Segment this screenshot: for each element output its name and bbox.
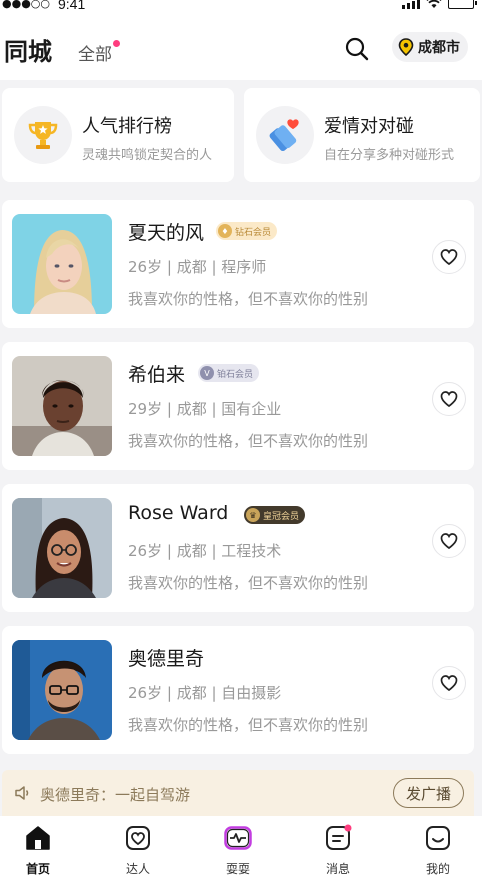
post-broadcast-button[interactable]: 发广播: [392, 778, 464, 808]
avatar[interactable]: [12, 498, 112, 598]
user-name: 奥德里奇: [128, 648, 205, 670]
heart-icon: [440, 391, 458, 407]
avatar[interactable]: [12, 356, 112, 456]
user-job: 工程技术: [221, 542, 282, 560]
user-age: 26岁: [128, 684, 163, 702]
user-card[interactable]: 夏天的风 ♦ 钻石会员 26岁 | 成都 | 程序师 我喜欢你的性格，但不喜欢你…: [2, 200, 474, 328]
feature-desc: 自在分享多种对碰形式: [324, 148, 455, 163]
user-job: 国有企业: [221, 400, 282, 418]
broadcast-bar[interactable]: 奥德里奇：一起自驾游 发广播: [2, 770, 474, 816]
like-button[interactable]: [432, 666, 466, 700]
user-bio: 我喜欢你的性格，但不喜欢你的性别: [128, 716, 369, 734]
tab-label: 达人: [125, 862, 150, 876]
tab-play[interactable]: 耍耍: [208, 824, 268, 876]
user-name: 夏天的风: [128, 222, 205, 244]
user-meta: 26岁 | 成都 | 程序师: [128, 258, 267, 276]
avatar[interactable]: [12, 640, 112, 740]
notification-dot: [113, 40, 120, 47]
user-city: 成都: [176, 400, 207, 418]
user-job: 程序师: [221, 258, 267, 276]
feature-title: 爱情对对碰: [324, 116, 414, 137]
feature-card-love-match[interactable]: 爱情对对碰 自在分享多种对碰形式: [244, 88, 480, 182]
filter-dropdown[interactable]: 全部: [78, 40, 120, 65]
like-button[interactable]: [432, 240, 466, 274]
user-meta: 26岁 | 成都 | 自由摄影: [128, 684, 282, 702]
user-bio: 我喜欢你的性格，但不喜欢你的性别: [128, 432, 369, 450]
avatar[interactable]: [12, 214, 112, 314]
feature-card-ranking[interactable]: 人气排行榜 灵魂共鸣锁定契合的人: [2, 88, 234, 182]
heart-icon: [440, 675, 458, 691]
membership-badge: V 铂石会员: [198, 364, 260, 382]
badge-label: 钻石会员: [235, 227, 272, 238]
header: 同城 全部 成都市: [0, 16, 482, 80]
membership-badge: ♦ 钻石会员: [216, 222, 278, 240]
tab-label: 我的: [425, 862, 450, 876]
user-name: Rose Ward: [128, 502, 229, 524]
location-pin-icon: [398, 38, 414, 56]
broadcast-text: 奥德里奇：一起自驾游: [40, 786, 191, 804]
home-icon: [26, 826, 50, 850]
heart-icon: [440, 533, 458, 549]
user-card[interactable]: 希伯来 V 铂石会员 29岁 | 成都 | 国有企业 我喜欢你的性格，但不喜欢你…: [2, 342, 474, 470]
speaker-icon: [15, 786, 29, 800]
tab-label: 首页: [25, 862, 50, 876]
feature-title: 人气排行榜: [82, 116, 172, 137]
tab-label: 耍耍: [225, 862, 250, 876]
trophy-icon: [14, 106, 72, 164]
membership-badge: ♛ 皇冠会员: [244, 506, 306, 524]
filter-label: 全部: [78, 45, 112, 65]
like-button[interactable]: [432, 524, 466, 558]
badge-label: 皇冠会员: [263, 511, 300, 522]
search-icon[interactable]: [344, 36, 370, 62]
heart-phone-icon: [256, 106, 314, 164]
like-button[interactable]: [432, 382, 466, 416]
page-title: 同城: [4, 38, 52, 66]
user-bio: 我喜欢你的性格，但不喜欢你的性别: [128, 290, 369, 308]
user-card[interactable]: Rose Ward ♛ 皇冠会员 26岁 | 成都 | 工程技术 我喜欢你的性格…: [2, 484, 474, 612]
user-name: 希伯来: [128, 364, 186, 386]
cellular-icon: [402, 0, 420, 9]
user-meta: 29岁 | 成都 | 国有企业: [128, 400, 282, 418]
badge-label: 铂石会员: [217, 369, 254, 380]
user-age: 26岁: [128, 542, 163, 560]
battery-icon: [448, 0, 477, 9]
user-age: 26岁: [128, 258, 163, 276]
user-age: 29岁: [128, 400, 163, 418]
pulse-icon: [224, 826, 252, 850]
user-bio: 我喜欢你的性格，但不喜欢你的性别: [128, 574, 369, 592]
status-time: 9:41: [58, 0, 86, 12]
tab-talent[interactable]: 达人: [108, 824, 168, 876]
tab-messages[interactable]: 消息: [308, 824, 368, 876]
signal-dots: ●●●○○: [2, 0, 50, 10]
user-city: 成都: [176, 684, 207, 702]
bottom-tab-bar: 首页 达人 耍耍 消息 我的: [0, 816, 482, 877]
tab-home[interactable]: 首页: [8, 824, 68, 876]
crown-icon: ♛: [246, 508, 260, 522]
user-city: 成都: [176, 258, 207, 276]
feature-desc: 灵魂共鸣锁定契合的人: [82, 148, 213, 163]
user-job: 自由摄影: [221, 684, 282, 702]
status-bar: ●●●○○ 9:41: [0, 0, 482, 16]
v-badge-icon: V: [200, 366, 214, 380]
heart-badge-icon: [126, 826, 150, 850]
wifi-icon: [426, 0, 442, 8]
city-label: 成都市: [418, 40, 460, 56]
tab-profile[interactable]: 我的: [408, 824, 468, 876]
diamond-icon: ♦: [218, 224, 232, 238]
heart-icon: [440, 249, 458, 265]
user-card[interactable]: 奥德里奇 26岁 | 成都 | 自由摄影 我喜欢你的性格，但不喜欢你的性别: [2, 626, 474, 754]
user-meta: 26岁 | 成都 | 工程技术: [128, 542, 282, 560]
message-icon: [326, 824, 352, 850]
profile-icon: [426, 826, 450, 850]
tab-label: 消息: [325, 862, 350, 876]
user-city: 成都: [176, 542, 207, 560]
feature-row: 人气排行榜 灵魂共鸣锁定契合的人 爱情对对碰 自在分享多种对碰形式: [0, 80, 482, 192]
city-selector[interactable]: 成都市: [392, 32, 468, 62]
